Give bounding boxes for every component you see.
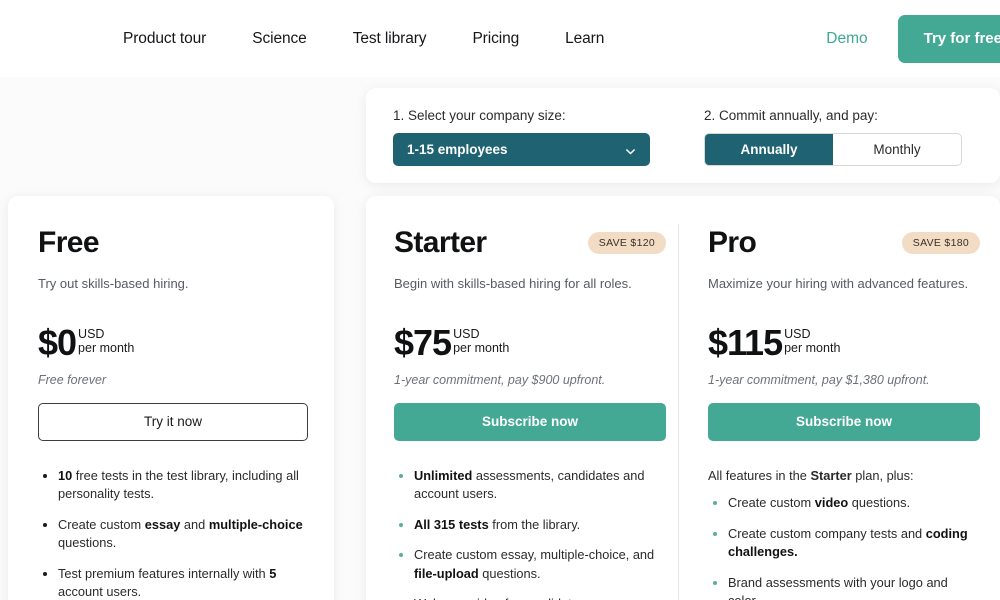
feature-item: Create custom essay and multiple-choice …	[38, 516, 308, 553]
plan-pro-save-badge: SAVE $180	[901, 232, 980, 254]
feature-item: Test premium features internally with 5 …	[38, 565, 308, 600]
feature-item: Unlimited assessments, candidates and ac…	[394, 467, 666, 504]
plan-pro-name: Pro	[708, 226, 757, 259]
company-size-label: 1. Select your company size:	[393, 108, 566, 123]
company-size-dropdown[interactable]: 1-15 employees	[393, 133, 650, 166]
plan-pro-price: $115 USD per month	[708, 321, 980, 363]
plan-starter-name: Starter	[394, 226, 487, 259]
plan-pro-header: Pro SAVE $180	[708, 224, 980, 262]
plan-free-currency: USD	[78, 326, 105, 341]
plan-pro-cta-button[interactable]: Subscribe now	[708, 402, 980, 441]
billing-option-annually[interactable]: Annually	[705, 134, 833, 165]
plan-pro-note: 1-year commitment, pay $1,380 upfront.	[708, 372, 930, 387]
plan-starter-period: per month	[453, 341, 510, 356]
plan-pro-feature-intro: All features in the Starter plan, plus:	[708, 467, 914, 483]
billing-period-toggle: Annually Monthly	[704, 133, 962, 166]
plan-free-feature-list: 10 free tests in the test library, inclu…	[38, 467, 308, 600]
plan-free-price-amount: $0	[38, 321, 77, 363]
navbar: Product tour Science Test library Pricing Le…	[0, 0, 1000, 77]
nav-right-actions: Demo Try for free	[826, 0, 1000, 77]
plan-card-paid: Starter SAVE $120 Begin with skills-base…	[366, 196, 1000, 600]
plan-starter-currency: USD	[453, 326, 480, 341]
plan-free-period: per month	[78, 341, 135, 356]
plan-pro-content: Pro SAVE $180 Maximize your hiring with …	[708, 196, 980, 600]
feature-item: Create custom essay, multiple-choice, an…	[394, 546, 666, 583]
plan-starter-content: Starter SAVE $120 Begin with skills-base…	[394, 196, 666, 600]
nav-learn[interactable]: Learn	[565, 30, 604, 48]
plan-free-header: Free	[38, 224, 308, 262]
plan-starter-save-badge: SAVE $120	[587, 232, 666, 254]
plan-free-name: Free	[38, 226, 100, 259]
feature-item: 10 free tests in the test library, inclu…	[38, 467, 308, 504]
feature-item: All 315 tests from the library.	[394, 516, 666, 535]
plan-pro-currency: USD	[784, 326, 811, 341]
plan-free-description: Try out skills-based hiring.	[38, 276, 189, 291]
plan-free-price: $0 USD per month	[38, 321, 308, 363]
try-for-free-button[interactable]: Try for free	[897, 14, 1000, 63]
plan-divider	[678, 224, 679, 600]
company-size-group: 1. Select your company size: 1-15 employ…	[393, 108, 650, 166]
plan-starter-description: Begin with skills-based hiring for all r…	[394, 276, 632, 291]
plan-starter-header: Starter SAVE $120	[394, 224, 666, 262]
plan-starter-cta-button[interactable]: Subscribe now	[394, 402, 666, 441]
plan-pro-price-amount: $115	[708, 321, 783, 363]
plan-starter-price-amount: $75	[394, 321, 452, 363]
nav-science[interactable]: Science	[252, 30, 307, 48]
plan-starter-price: $75 USD per month	[394, 321, 666, 363]
plan-pro-period: per month	[784, 341, 841, 356]
feature-item: Brand assessments with your logo and col…	[708, 574, 980, 600]
plan-starter-note: 1-year commitment, pay $900 upfront.	[394, 372, 606, 387]
company-size-value: 1-15 employees	[407, 142, 508, 157]
plan-free-note: Free forever	[38, 372, 107, 387]
chevron-down-icon	[625, 144, 636, 155]
nav-pricing[interactable]: Pricing	[472, 30, 519, 48]
billing-option-monthly[interactable]: Monthly	[833, 134, 961, 165]
primary-nav: Product tour Science Test library Pricing Le…	[123, 30, 604, 48]
plan-card-free: Free Try out skills-based hiring. $0 USD…	[8, 196, 334, 600]
plan-pro-feature-list: Create custom video questions. Create cus…	[708, 494, 980, 600]
demo-link[interactable]: Demo	[826, 30, 867, 48]
plan-free-cta-button[interactable]: Try it now	[38, 402, 308, 441]
feature-item: Welcome video for candidates.	[394, 595, 666, 600]
plan-free-content: Free Try out skills-based hiring. $0 USD…	[38, 196, 308, 600]
nav-product-tour[interactable]: Product tour	[123, 30, 206, 48]
plan-pro-description: Maximize your hiring with advanced featu…	[708, 276, 969, 291]
nav-test-library[interactable]: Test library	[353, 30, 427, 48]
feature-item: Create custom company tests and coding c…	[708, 525, 980, 562]
billing-period-group: 2. Commit annually, and pay: Annually Mo…	[704, 108, 962, 166]
plan-starter-feature-list: Unlimited assessments, candidates and ac…	[394, 467, 666, 600]
feature-item: Create custom video questions.	[708, 494, 980, 513]
pricing-configurator-panel: 1. Select your company size: 1-15 employ…	[366, 88, 1000, 183]
billing-period-label: 2. Commit annually, and pay:	[704, 108, 878, 123]
